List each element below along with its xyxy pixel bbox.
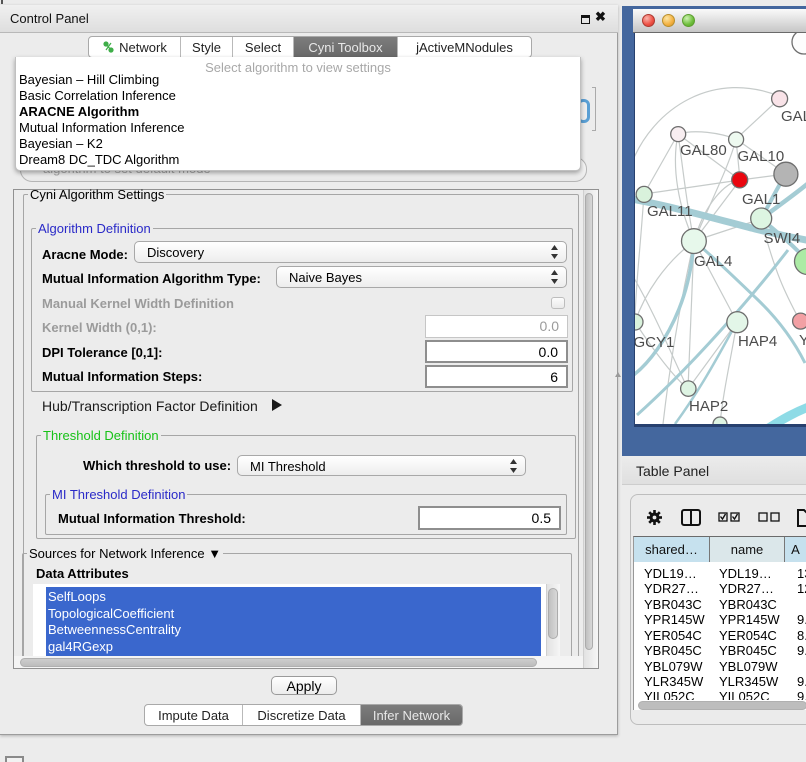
svg-text:HAP4: HAP4 [738,333,777,350]
svg-text:SWI4: SWI4 [764,230,801,247]
svg-text:GAL1: GAL1 [742,191,780,208]
svg-text:GAL4: GAL4 [694,253,732,270]
svg-text:GCY1: GCY1 [635,334,674,351]
svg-text:GAL11: GAL11 [647,203,693,220]
svg-text:GAL7: GAL7 [781,108,806,125]
svg-text:HAP2: HAP2 [689,398,728,415]
svg-text:Y: Y [799,332,806,349]
svg-text:GAL80: GAL80 [680,142,727,159]
svg-text:GAL10: GAL10 [738,148,785,165]
